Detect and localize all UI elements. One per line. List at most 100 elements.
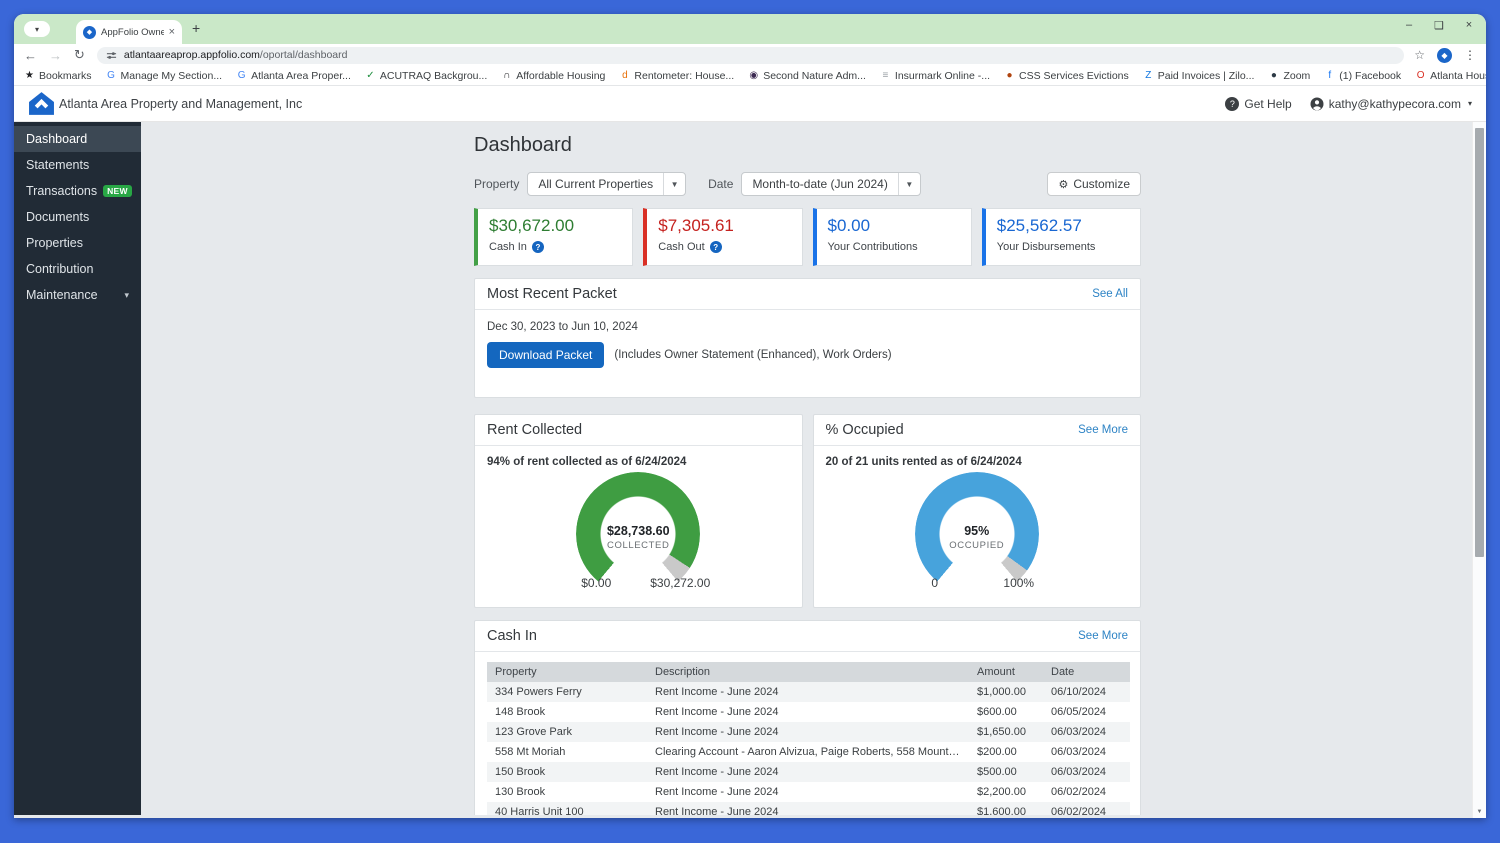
user-menu[interactable]: kathy@kathypecora.com ▾ xyxy=(1310,97,1472,111)
tab-search-button[interactable]: ▾ xyxy=(24,21,50,37)
date-select[interactable]: Month-to-date (Jun 2024) ▼ xyxy=(741,172,921,196)
occupied-title: % Occupied xyxy=(825,422,904,438)
cash-in-table: Property Description Amount Date 334 Powers… xyxy=(487,662,1130,815)
bookmark-item[interactable]: d Rentometer: House... xyxy=(619,70,734,82)
close-button[interactable]: × xyxy=(1462,19,1476,32)
bookmarks-list: ★ Bookmarks G Manage My Section... G Atlanta … xyxy=(24,70,1486,82)
filters-row: Property All Current Properties ▼ Date M… xyxy=(474,172,1141,196)
bookmarks-bar: ★ Bookmarks G Manage My Section... G Atlanta … xyxy=(14,66,1486,86)
restore-button[interactable]: ❑ xyxy=(1432,19,1446,32)
summary-card: $0.00 Your Contributions xyxy=(812,208,972,266)
chevron-down-icon[interactable]: ▼ xyxy=(663,173,685,195)
table-cell: 130 Brook xyxy=(495,786,546,798)
bookmark-star-icon[interactable]: ☆ xyxy=(1414,48,1425,62)
sidebar-item-label: Properties xyxy=(26,236,83,250)
bookmark-label: Rentometer: House... xyxy=(634,69,735,82)
address-bar[interactable]: atlantaareaprop.appfolio.com/oportal/das… xyxy=(96,46,1405,64)
table-header-row: Property Description Amount Date xyxy=(487,662,1130,682)
back-icon[interactable]: ← xyxy=(24,48,37,63)
bookmark-label: Insurmark Online -... xyxy=(894,69,991,82)
sidebar-item-label: Dashboard xyxy=(26,132,88,146)
table-cell: 148 Brook xyxy=(495,706,546,718)
bookmark-item[interactable]: ∩ Affordable Housing xyxy=(501,70,605,82)
bookmark-item[interactable]: ● CSS Services Evictions xyxy=(1004,70,1129,82)
bookmark-item[interactable]: f (1) Facebook xyxy=(1324,70,1401,82)
table-cell: 06/03/2024 xyxy=(1051,726,1107,738)
bookmark-item[interactable]: G Manage My Section... xyxy=(106,70,222,82)
sidebar-item-dashboard[interactable]: Dashboard xyxy=(14,126,141,152)
bookmark-item[interactable]: ★ Bookmarks xyxy=(24,70,92,82)
gauge-value-label: COLLECTED xyxy=(607,540,670,551)
appfolio-logo-icon[interactable] xyxy=(28,91,55,116)
bookmark-label: Bookmarks xyxy=(39,69,92,82)
table-cell: 06/02/2024 xyxy=(1051,786,1107,798)
bookmark-item[interactable]: Z Paid Invoices | Zilo... xyxy=(1143,69,1255,82)
page-content: Atlanta Area Property and Management, In… xyxy=(14,86,1486,818)
bookmark-item[interactable]: ◉ Second Nature Adm... xyxy=(748,70,866,82)
bookmark-label: Affordable Housing xyxy=(516,69,606,82)
appfolio-extension-icon[interactable]: ◆ xyxy=(1437,47,1452,63)
sidebar-item-documents[interactable]: Documents xyxy=(14,204,141,230)
sidebar-item-label: Documents xyxy=(26,210,90,224)
bookmark-label: (1) Facebook xyxy=(1339,69,1402,82)
see-more-link[interactable]: See More xyxy=(1078,424,1128,436)
scrollbar-thumb[interactable] xyxy=(1475,128,1484,557)
sidebar-item-statements[interactable]: Statements xyxy=(14,152,141,178)
table-cell: $2,200.00 xyxy=(977,786,1026,798)
sidebar-item-label: Statements xyxy=(26,158,90,172)
sidebar-item-maintenance[interactable]: Maintenance ▾ xyxy=(14,282,141,308)
packet-note: (Includes Owner Statement (Enhanced), Wo… xyxy=(614,349,892,361)
reload-icon[interactable]: ↻ xyxy=(74,47,85,63)
bookmark-label: Paid Invoices | Zilo... xyxy=(1157,69,1255,82)
table-cell: 06/03/2024 xyxy=(1051,766,1107,778)
scroll-down-icon[interactable]: ▼ xyxy=(1473,809,1486,815)
table-cell: Rent Income - June 2024 xyxy=(655,706,779,718)
sidebar-item-contribution[interactable]: Contribution xyxy=(14,256,141,282)
forward-icon[interactable]: → xyxy=(49,48,62,63)
bookmark-item[interactable]: ≡ Insurmark Online -... xyxy=(880,69,991,82)
rent-collected-subtitle: 94% of rent collected as of 6/24/2024 xyxy=(487,456,687,468)
page-scrollbar[interactable]: ▲ ▼ xyxy=(1472,86,1486,818)
occupied-subtitle: 20 of 21 units rented as of 6/24/2024 xyxy=(825,456,1022,468)
table-cell: Rent Income - June 2024 xyxy=(655,726,779,738)
download-packet-button[interactable]: Download Packet xyxy=(487,342,605,368)
page-title: Dashboard xyxy=(474,134,572,156)
column-header: Description xyxy=(647,662,969,682)
bookmark-favicon-icon: G xyxy=(107,70,115,81)
property-select[interactable]: All Current Properties ▼ xyxy=(527,172,687,196)
table-cell: 334 Powers Ferry xyxy=(495,686,582,698)
see-all-link[interactable]: See All xyxy=(1092,288,1128,300)
table-cell: $600.00 xyxy=(977,706,1017,718)
table-row: 334 Powers Ferry Rent Income - June 2024 $… xyxy=(487,682,1130,702)
browser-tab[interactable]: ◆ AppFolio Owner Portal | Dashb × xyxy=(76,20,182,44)
rent-collected-title: Rent Collected xyxy=(487,422,583,438)
table-row: 130 Brook Rent Income - June 2024 $2,200.0… xyxy=(487,782,1130,802)
user-email: kathy@kathypecora.com xyxy=(1328,96,1461,111)
table-row: 123 Grove Park Rent Income - June 2024 $1,… xyxy=(487,722,1130,742)
sidebar-nav: Dashboard Statements Transactions NEW Docume… xyxy=(14,122,141,815)
info-icon[interactable]: ? xyxy=(531,241,544,253)
customize-button[interactable]: ⚙ Customize xyxy=(1047,172,1141,196)
get-help-button[interactable]: ? Get Help xyxy=(1225,96,1292,111)
table-cell: Rent Income - June 2024 xyxy=(655,686,779,698)
table-row: 40 Harris Unit 100 Rent Income - June 202… xyxy=(487,802,1130,815)
summary-amount: $30,672.00 xyxy=(489,216,575,235)
info-icon[interactable]: ? xyxy=(709,241,722,253)
chevron-down-icon[interactable]: ▼ xyxy=(897,173,920,195)
bookmark-item[interactable]: G Atlanta Area Proper... xyxy=(236,70,351,82)
bookmark-item[interactable]: ● Zoom xyxy=(1268,70,1310,82)
see-more-link[interactable]: See More xyxy=(1078,630,1128,642)
new-tab-button[interactable]: + xyxy=(192,20,200,36)
sidebar-item-properties[interactable]: Properties xyxy=(14,230,141,256)
packet-card: Most Recent Packet See All Dec 30, 2023 … xyxy=(474,278,1141,398)
sidebar-item-transactions[interactable]: Transactions NEW xyxy=(14,178,141,204)
tab-close-icon[interactable]: × xyxy=(169,26,175,38)
summary-card: $30,672.00 Cash In? xyxy=(474,208,634,266)
bookmark-item[interactable]: O Atlanta Housing xyxy=(1415,70,1486,82)
occupied-card: % Occupied See More 20 of 21 units rente… xyxy=(812,414,1141,608)
chrome-menu-icon[interactable]: ⋮ xyxy=(1464,48,1476,62)
bookmark-item[interactable]: ✓ ACUTRAQ Backgrou... xyxy=(365,70,487,82)
site-settings-icon[interactable] xyxy=(106,50,117,61)
minimize-button[interactable]: – xyxy=(1402,19,1416,32)
table-cell: $1,600.00 xyxy=(977,806,1026,815)
